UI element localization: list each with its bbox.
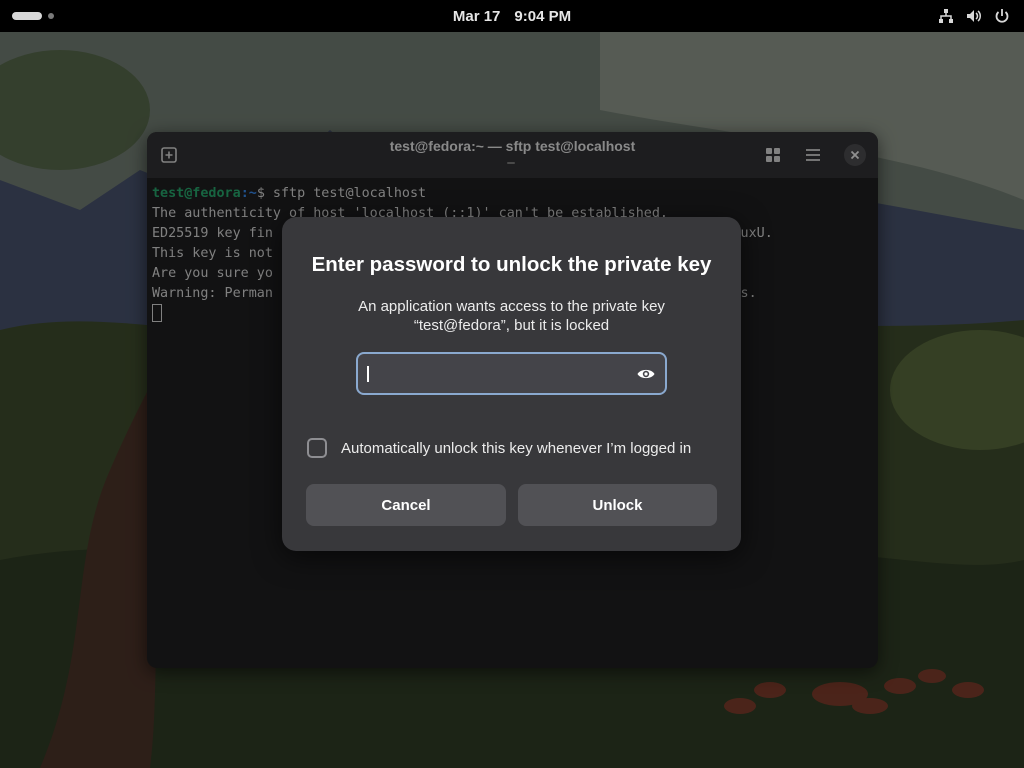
auto-unlock-label: Automatically unlock this key whenever I…: [341, 439, 692, 457]
dialog-title: Enter password to unlock the private key: [311, 253, 712, 276]
clock: Mar 17 9:04 PM: [0, 0, 1024, 32]
dialog-message-line: An application wants access to the priva…: [358, 298, 665, 315]
system-tray[interactable]: [938, 6, 1010, 26]
network-icon: [939, 9, 953, 23]
workspace-indicator-active: [12, 12, 42, 20]
password-input[interactable]: [366, 360, 626, 388]
dialog-message: An application wants access to the priva…: [302, 297, 721, 335]
clock-date: Mar 17: [452, 7, 501, 25]
dialog-message-line: “test@fedora”, but it is locked: [413, 317, 610, 334]
auto-unlock-checkbox[interactable]: [307, 438, 327, 458]
activities-button[interactable]: [12, 10, 62, 22]
auto-unlock-option[interactable]: Automatically unlock this key whenever I…: [307, 437, 691, 459]
text-caret: [367, 366, 369, 382]
password-field[interactable]: [356, 352, 667, 395]
cancel-button[interactable]: Cancel: [306, 484, 506, 526]
volume-icon: [967, 10, 981, 22]
unlock-button[interactable]: Unlock: [518, 484, 717, 526]
power-icon: [995, 9, 1009, 23]
top-bar: Mar 17 9:04 PM: [0, 0, 1024, 32]
clock-time: 9:04 PM: [514, 7, 572, 25]
clock-button[interactable]: Mar 17 9:04 PM: [445, 4, 579, 29]
unlock-key-dialog: Enter password to unlock the private key…: [282, 217, 741, 551]
show-password-icon[interactable]: [636, 365, 656, 383]
workspace-indicator-dot: [48, 13, 54, 19]
